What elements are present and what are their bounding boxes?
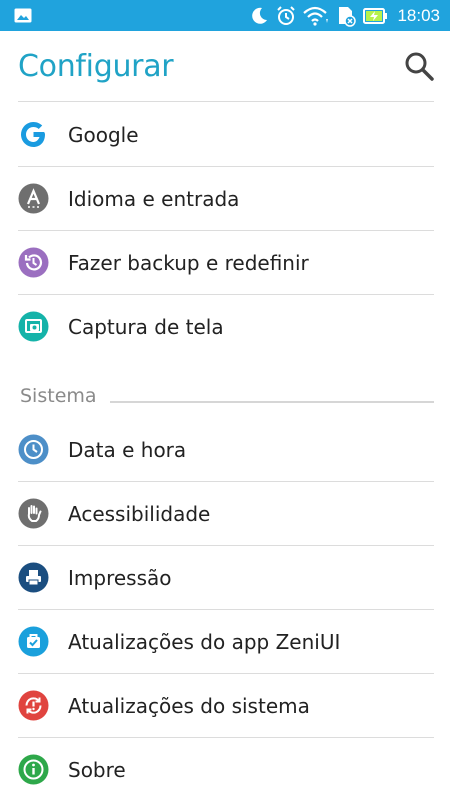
settings-item-label: Atualizações do sistema [68,694,310,718]
image-icon [14,8,32,28]
section-title: Sistema [20,385,97,407]
settings-item-sobre[interactable]: Sobre [0,738,450,800]
settings-item-captura[interactable]: Captura de tela [0,295,450,358]
backup-icon [18,247,49,278]
printer-icon [18,562,49,593]
info-icon [18,754,49,785]
settings-item-backup[interactable]: Fazer backup e redefinir [0,231,450,294]
settings-item-zenui-updates[interactable]: Atualizações do app ZeniUI [0,610,450,673]
moon-icon [249,6,269,26]
battery-charging-icon [363,7,389,25]
wifi-icon [303,6,329,26]
page-title: Configurar [18,49,174,84]
alarm-icon [275,5,297,27]
settings-item-google[interactable]: Google [0,103,450,166]
settings-item-label: Sobre [68,758,126,782]
search-button[interactable] [402,49,436,83]
search-icon [402,52,436,87]
settings-item-idioma[interactable]: Idioma e entrada [0,167,450,230]
settings-item-data-hora[interactable]: Data e hora [0,418,450,481]
settings-item-label: Atualizações do app ZeniUI [68,630,341,654]
app-update-icon [18,626,49,657]
system-update-icon [18,690,49,721]
section-divider [110,401,434,403]
screenshot-icon [18,311,49,342]
settings-item-label: Fazer backup e redefinir [68,251,309,275]
settings-item-acessibilidade[interactable]: Acessibilidade [0,482,450,545]
settings-item-impressao[interactable]: Impressão [0,546,450,609]
google-icon [18,119,49,150]
divider [18,101,434,102]
hand-icon [18,498,49,529]
settings-item-label: Acessibilidade [68,502,211,526]
settings-item-system-updates[interactable]: Atualizações do sistema [0,674,450,737]
settings-item-label: Data e hora [68,438,187,462]
settings-item-label: Google [68,123,139,147]
section-header-sistema: Sistema [0,380,450,416]
settings-item-label: Idioma e entrada [68,187,240,211]
status-icons: 18:03 [243,0,450,31]
settings-item-label: Impressão [68,566,172,590]
status-bar: 18:03 [0,0,450,31]
language-icon [18,183,49,214]
clock-icon [18,434,49,465]
settings-item-label: Captura de tela [68,315,224,339]
status-time: 18:03 [397,5,440,25]
sd-card-icon [335,5,357,27]
app-bar: Configurar [0,31,450,102]
